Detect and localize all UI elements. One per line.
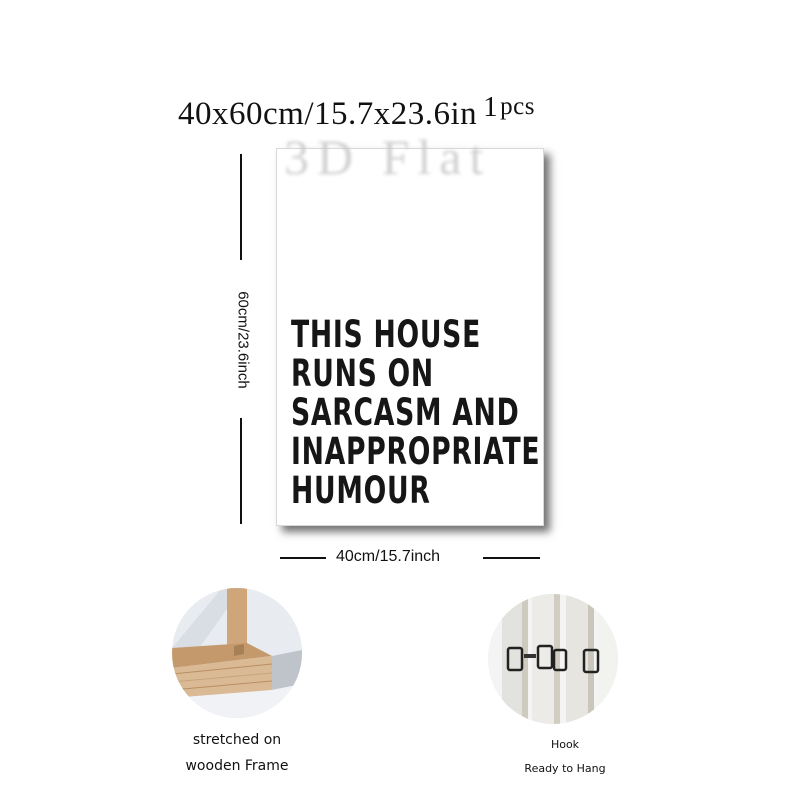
wooden-frame-icon [172,588,302,718]
poster-line: RUNS ON [291,352,434,395]
hook-caption-line2: Ready to Hang [524,762,606,775]
height-dimension-label: 60cm/23.6inch [234,291,252,389]
size-text: 40x60cm/15.7x23.6in [178,96,478,132]
frame-caption-line1: stretched on [192,732,282,748]
width-dimension-label: 40cm/15.7inch [336,548,441,565]
poster-line: INAPPROPRIATE [291,430,541,473]
wooden-frame-photo [172,588,302,718]
width-dimension-line-left [280,557,326,559]
hook-photo [488,594,618,724]
poster-canvas: THIS HOUSE RUNS ON SARCASM AND INAPPROPR… [276,148,544,526]
quantity-unit: pcs [500,93,535,120]
height-dimension-line-top [240,154,242,260]
watermark-logo: 3D Flat [284,129,492,185]
hook-icon [488,594,618,724]
poster-quote: THIS HOUSE RUNS ON SARCASM AND INAPPROPR… [291,315,540,510]
poster-line: SARCASM AND [291,391,520,434]
poster-line: THIS HOUSE [291,313,482,356]
width-dimension-line-right [483,557,540,559]
quantity-value: 1 [483,91,499,123]
height-dimension-line-bottom [240,418,242,524]
poster-line: HUMOUR [291,469,431,512]
frame-caption-line2: wooden Frame [185,758,289,774]
hook-caption-line1: Hook [550,738,580,751]
